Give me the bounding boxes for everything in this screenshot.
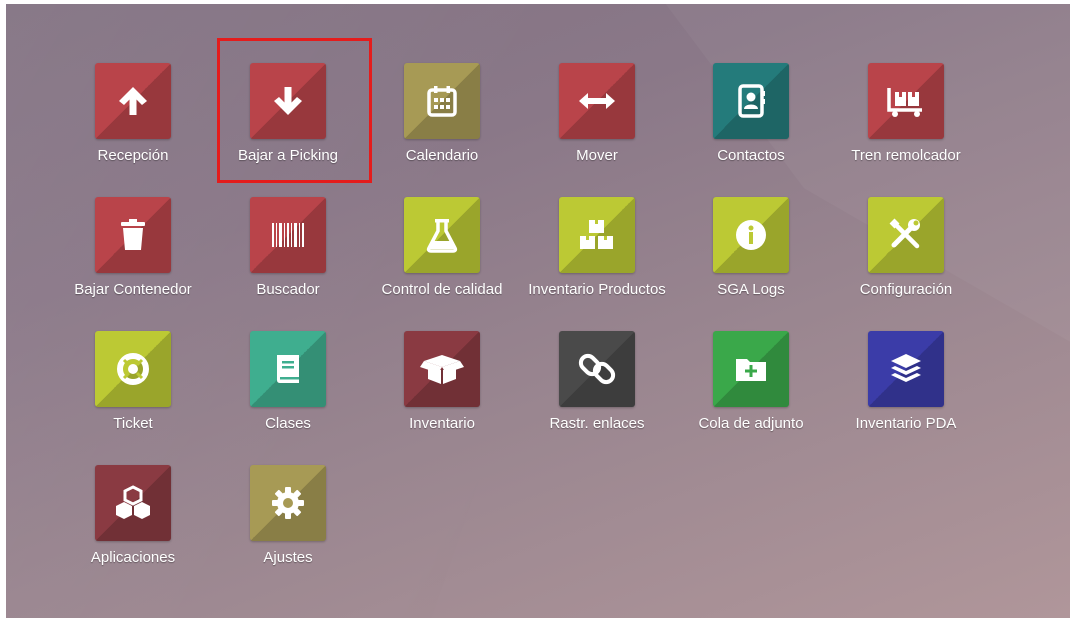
link-icon	[578, 353, 616, 385]
tools-icon	[889, 218, 920, 249]
gear-icon	[272, 487, 304, 519]
app-tile	[95, 465, 171, 541]
app-tren-remolcador[interactable]: Tren remolcador	[829, 63, 983, 193]
info-icon	[736, 220, 766, 250]
app-inventario-pda[interactable]: Inventario PDA	[829, 331, 983, 461]
app-label: Mover	[576, 147, 618, 164]
app-control-de-calidad[interactable]: Control de calidad	[365, 197, 519, 327]
app-tile	[250, 331, 326, 407]
app-label: Cola de adjunto	[698, 415, 804, 432]
app-contactos[interactable]: Contactos	[674, 63, 828, 193]
app-tile	[404, 331, 480, 407]
app-tile	[404, 197, 480, 273]
app-label: Ticket	[113, 415, 153, 432]
app-label: Tren remolcador	[851, 147, 961, 164]
app-label: Bajar a Picking	[237, 147, 339, 164]
app-label: Inventario Productos	[528, 281, 666, 298]
arrow-down-icon	[274, 87, 302, 115]
boxes-icon	[580, 220, 613, 249]
app-tile	[559, 197, 635, 273]
calendar-icon	[427, 86, 457, 117]
app-label: Configuración	[859, 281, 953, 298]
app-tile	[713, 197, 789, 273]
app-bajar-contenedor[interactable]: Bajar Contenedor	[56, 197, 210, 327]
app-label: Buscador	[256, 281, 320, 298]
app-sga-logs[interactable]: SGA Logs	[674, 197, 828, 327]
app-tile	[868, 197, 944, 273]
app-tile	[713, 63, 789, 139]
app-label: Aplicaciones	[90, 549, 176, 566]
app-tile	[559, 63, 635, 139]
barcode-icon	[272, 223, 304, 247]
app-clases[interactable]: Clases	[211, 331, 365, 461]
app-tile	[868, 63, 944, 139]
app-label: Clases	[265, 415, 311, 432]
app-ajustes[interactable]: Ajustes	[211, 465, 365, 595]
folder-plus-icon	[736, 359, 766, 381]
book-icon	[277, 355, 299, 383]
app-tile	[95, 197, 171, 273]
app-label: Inventario PDA	[855, 415, 957, 432]
flask-icon	[426, 219, 458, 253]
app-label: Inventario	[409, 415, 475, 432]
app-label: Recepción	[97, 147, 169, 164]
app-tile	[559, 331, 635, 407]
app-rastr-enlaces[interactable]: Rastr. enlaces	[520, 331, 674, 461]
app-calendario[interactable]: Calendario	[365, 63, 519, 193]
app-buscador[interactable]: Buscador	[211, 197, 365, 327]
trash-icon	[121, 219, 145, 250]
app-inventario-productos[interactable]: Inventario Productos	[520, 197, 674, 327]
app-tile	[250, 63, 326, 139]
cubes-icon	[116, 485, 150, 519]
app-tile	[250, 465, 326, 541]
app-label: Bajar Contenedor	[74, 281, 192, 298]
app-tile	[250, 197, 326, 273]
home-menu: Recepción Bajar a Picking Calendario Mov…	[6, 4, 1070, 618]
app-cola-de-adjunto[interactable]: Cola de adjunto	[674, 331, 828, 461]
app-label: Calendario	[405, 147, 479, 164]
app-label: SGA Logs	[717, 281, 785, 298]
app-tile	[404, 63, 480, 139]
app-tile	[95, 331, 171, 407]
app-ticket[interactable]: Ticket	[56, 331, 210, 461]
app-label: Contactos	[717, 147, 785, 164]
arrows-horizontal-icon	[579, 93, 615, 109]
app-mover[interactable]: Mover	[520, 63, 674, 193]
life-ring-icon	[117, 353, 149, 385]
layers-icon	[891, 354, 921, 382]
app-label: Rastr. enlaces	[549, 415, 645, 432]
arrow-up-icon	[119, 87, 147, 115]
app-tile	[713, 331, 789, 407]
address-book-icon	[738, 84, 765, 118]
app-aplicaciones[interactable]: Aplicaciones	[56, 465, 210, 595]
app-tile	[868, 331, 944, 407]
app-inventario[interactable]: Inventario	[365, 331, 519, 461]
app-configuracion[interactable]: Configuración	[829, 197, 983, 327]
trolley-icon	[887, 88, 922, 117]
open-box-icon	[420, 355, 464, 384]
app-recepcion[interactable]: Recepción	[56, 63, 210, 193]
app-tile	[95, 63, 171, 139]
app-label: Control de calidad	[381, 281, 503, 298]
app-label: Ajustes	[263, 549, 313, 566]
app-bajar-a-picking[interactable]: Bajar a Picking	[211, 63, 365, 193]
